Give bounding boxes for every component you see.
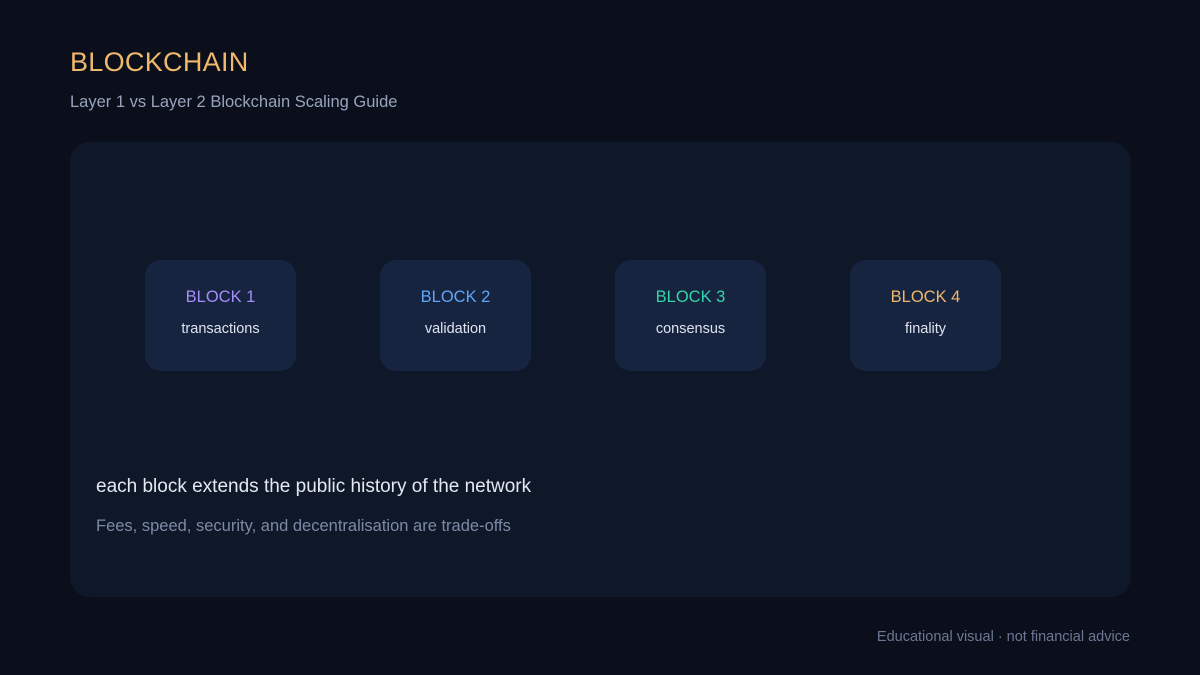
page-title: BLOCKCHAIN — [70, 47, 249, 77]
block-1-subtitle: transactions — [181, 321, 260, 337]
block-card-1: BLOCK 1 transactions — [145, 260, 296, 371]
block-4-title: BLOCK 4 — [890, 288, 961, 306]
footer-note: Educational visual · not financial advic… — [876, 629, 1130, 645]
caption-main: each block extends the public history of… — [96, 476, 532, 497]
block-2-subtitle: validation — [424, 321, 487, 337]
block-3-subtitle: consensus — [655, 321, 726, 337]
block-card-4: BLOCK 4 finality — [850, 260, 1001, 371]
block-card-2: BLOCK 2 validation — [380, 260, 531, 371]
diagram-panel: BLOCK 1 transactions BLOCK 2 validation … — [70, 142, 1131, 597]
block-3-title: BLOCK 3 — [655, 288, 726, 306]
caption-sub: Fees, speed, security, and decentralisat… — [96, 517, 511, 535]
block-4-subtitle: finality — [904, 321, 947, 337]
block-1-title: BLOCK 1 — [185, 288, 256, 306]
block-2-title: BLOCK 2 — [420, 288, 491, 306]
page-subtitle: Layer 1 vs Layer 2 Blockchain Scaling Gu… — [70, 93, 398, 111]
block-card-3: BLOCK 3 consensus — [615, 260, 766, 371]
